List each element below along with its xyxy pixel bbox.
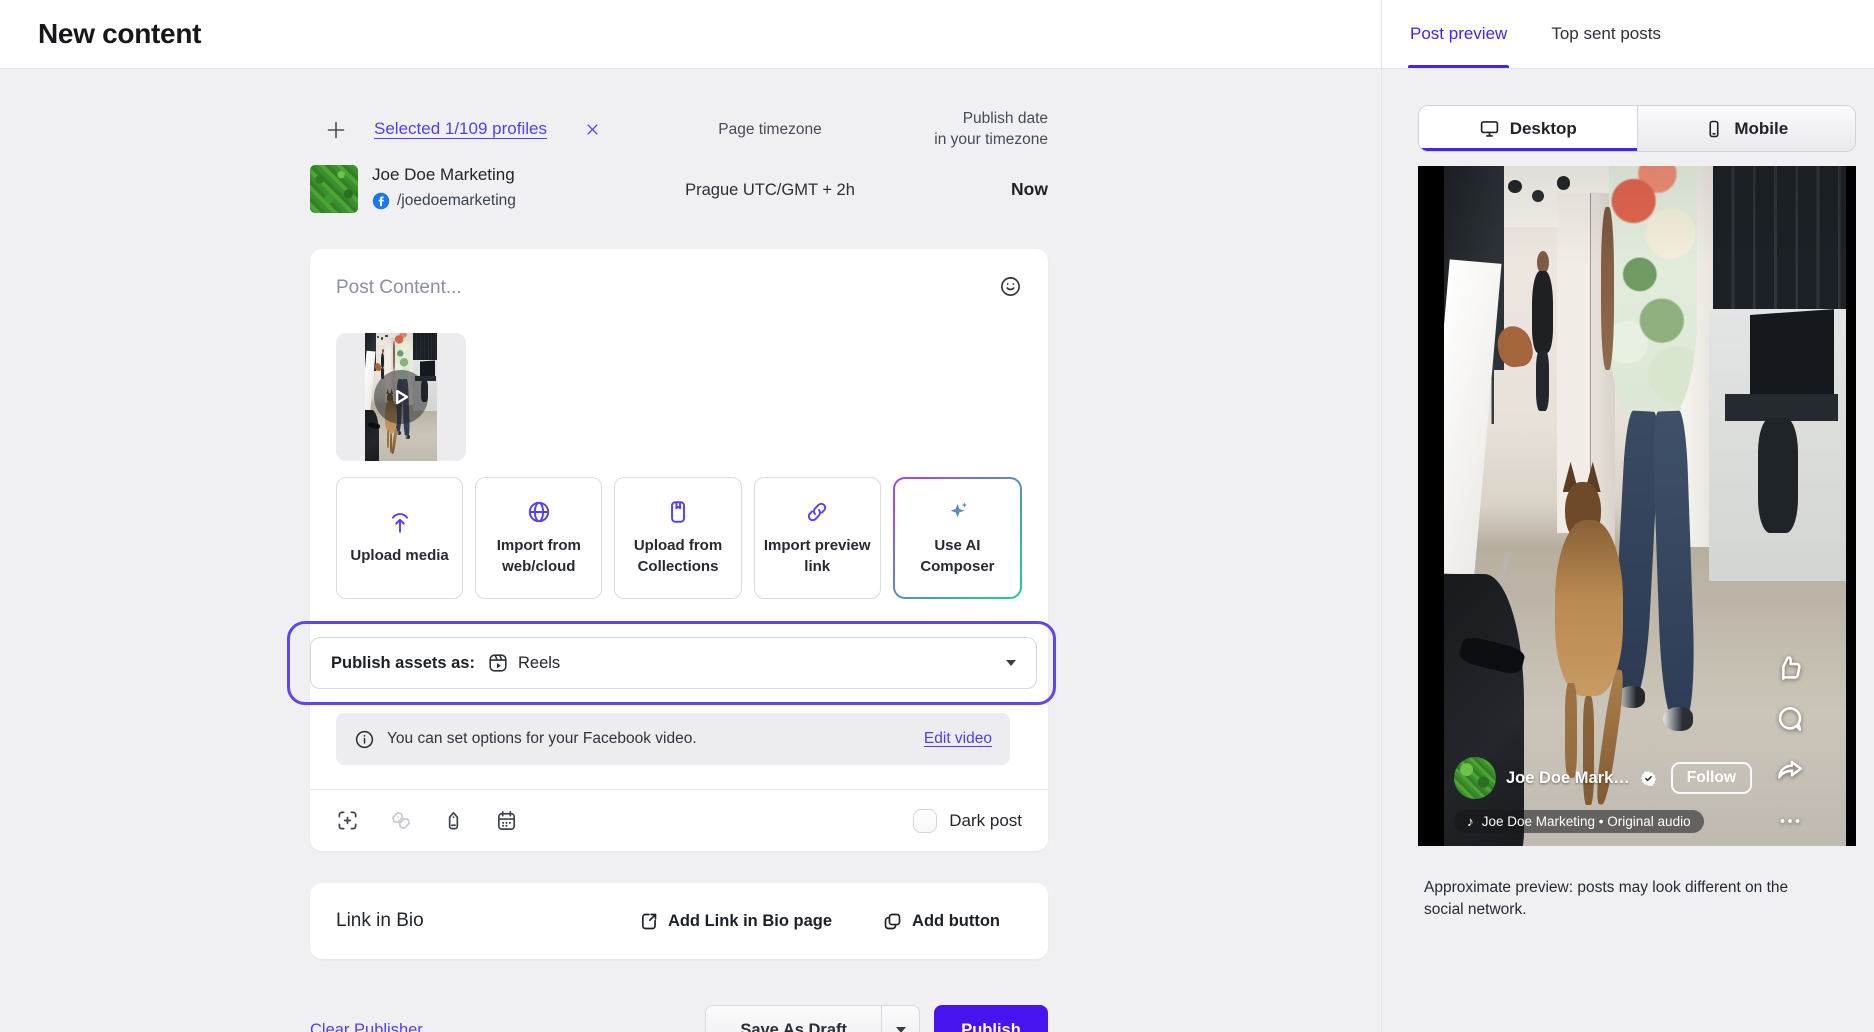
link-in-bio-card: Link in Bio Add Link in Bio page Add but… [310,883,1048,959]
thumbs-up-icon [1774,652,1806,684]
publish-date-label: Publish date in your timezone [858,109,1048,151]
reaction-stack [1774,652,1806,839]
button-icon [882,911,903,932]
emoji-picker-button[interactable] [999,275,1022,301]
import-web-cloud-button[interactable]: Import from web/cloud [475,477,602,599]
preview-account-name: Joe Doe Mark… [1506,769,1630,788]
preview-account-row: Joe Doe Mark… Follow [1454,757,1752,799]
page-title: New content [38,18,201,50]
link-icon [804,499,830,525]
desktop-icon [1479,118,1500,139]
upload-icon [387,509,413,535]
ellipsis-icon [1775,806,1805,836]
video-options-info-text: You can set options for your Facebook vi… [387,730,697,748]
globe-icon [526,499,552,525]
ai-sparkles-icon [944,499,970,525]
dark-post-toggle[interactable]: Dark post [913,809,1022,833]
share-button[interactable] [1774,754,1806,788]
add-link-in-bio-page-button[interactable]: Add Link in Bio page [638,911,832,932]
reels-icon [487,652,509,674]
video-options-info: You can set options for your Facebook vi… [336,713,1010,765]
import-preview-link-button[interactable]: Import preview link [754,477,881,599]
upload-media-button[interactable]: Upload media [336,477,463,599]
comment-icon [1774,703,1806,735]
video-thumbnail [365,333,437,461]
dark-post-checkbox[interactable] [913,809,937,833]
publish-assets-label: Publish assets as: [331,654,475,673]
save-options-caret[interactable] [881,1006,919,1032]
profile-selector-row: Selected 1/109 profiles Page timezone Pu… [310,109,1048,153]
add-button-button[interactable]: Add button [882,911,1000,932]
publish-assets-highlight: Publish assets as: Reels [287,621,1056,705]
share-icon [1774,754,1806,786]
save-as-draft-button[interactable]: Save As Draft [705,1005,920,1032]
media-thumbnail[interactable] [336,333,466,461]
scan-icon [336,809,359,832]
device-toggle: Desktop Mobile [1418,105,1856,152]
account-name: Joe Doe Marketing [372,165,516,185]
link-in-bio-title: Link in Bio [336,910,424,932]
clear-publisher-link[interactable]: Clear Publisher [310,1021,423,1032]
use-ai-composer-button[interactable]: Use AI Composer [893,477,1022,599]
labels-button[interactable] [389,809,412,833]
calendar-button[interactable] [495,809,518,833]
add-profile-button[interactable] [322,117,350,145]
more-options-button[interactable] [1775,805,1805,839]
device-mobile-tab[interactable]: Mobile [1637,106,1856,151]
upload-collections-button[interactable]: Upload from Collections [614,477,741,599]
publish-button[interactable]: Publish [934,1005,1048,1032]
calendar-icon [495,809,518,832]
preview-disclaimer: Approximate preview: posts may look diff… [1424,877,1824,922]
facebook-icon [372,192,390,210]
composer-footer: Dark post [310,789,1048,851]
profile-avatar [310,165,358,213]
music-note-icon: ♪ [1467,814,1474,829]
chevron-down-icon [1006,660,1016,666]
edit-video-link[interactable]: Edit video [924,730,992,748]
bio-page-icon [638,911,659,932]
tag-button[interactable] [442,809,465,833]
publisher-actions: Clear Publisher Save As Draft Publish [310,1005,1048,1032]
page-timezone-value: Prague UTC/GMT + 2h [680,181,860,200]
tab-top-sent-posts[interactable]: Top sent posts [1551,0,1661,68]
device-desktop-tab[interactable]: Desktop [1419,106,1637,151]
smiley-icon [999,275,1022,298]
follow-button[interactable]: Follow [1671,762,1752,794]
collections-icon [665,499,691,525]
page-timezone-label: Page timezone [680,121,860,139]
selected-profiles-link[interactable]: Selected 1/109 profiles [374,119,547,139]
labels-icon [389,809,412,832]
upload-options-row: Upload media Import from web/cloud Uploa… [336,477,1022,599]
preview-tabbar: Post preview Top sent posts [1382,0,1874,69]
account-handle: /joedoemarketing [397,192,516,210]
comment-button[interactable] [1774,703,1806,737]
verified-badge-icon [1640,770,1657,787]
scan-media-button[interactable] [336,809,359,833]
publish-assets-value: Reels [518,654,560,673]
tab-post-preview[interactable]: Post preview [1410,0,1507,68]
audio-attribution[interactable]: ♪ Joe Doe Marketing • Original audio [1454,810,1704,833]
tag-icon [442,809,465,832]
post-content-input[interactable]: Post Content... [336,277,462,299]
preview-panel: Post preview Top sent posts Desktop Mobi… [1381,0,1874,1032]
mobile-icon [1704,119,1724,139]
left-header: New content [0,0,1381,69]
publish-assets-select[interactable]: Publish assets as: Reels [310,637,1037,689]
deselect-profiles-button[interactable] [582,121,602,141]
like-button[interactable] [1774,652,1806,686]
account-row: Joe Doe Marketing /joedoemarketing Pragu… [310,165,1048,223]
publish-date-value[interactable]: Now [1011,179,1048,200]
play-overlay [365,333,437,461]
publisher-panel: Selected 1/109 profiles Page timezone Pu… [0,69,1381,1032]
preview-avatar [1454,757,1496,799]
info-icon [354,729,375,750]
chevron-down-icon [896,1027,906,1032]
close-icon [585,122,600,137]
composer-card: Post Content... Upload [310,249,1048,851]
plus-icon [324,118,348,142]
post-preview-video: Joe Doe Mark… Follow ♪ Joe Doe Marketing… [1418,166,1856,846]
dark-post-label: Dark post [949,811,1022,831]
play-icon [388,384,414,410]
